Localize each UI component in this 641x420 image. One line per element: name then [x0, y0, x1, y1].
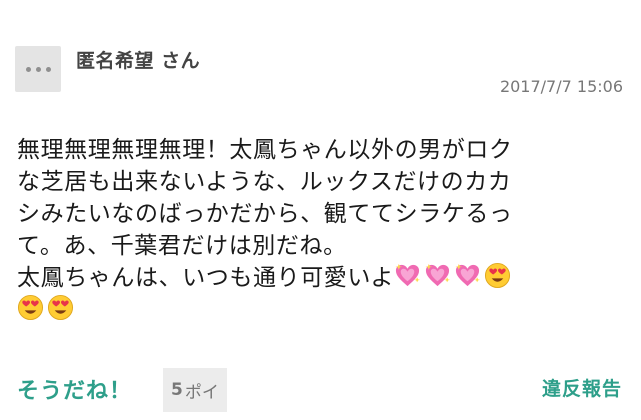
avatar-dot-icon: [25, 66, 31, 72]
agree-button[interactable]: そうだね！: [17, 373, 132, 405]
avatar-dot-icon: [45, 66, 51, 72]
post-body-emoji-line: [17, 294, 629, 326]
post-body: 無理無理無理無理！太鳳ちゃん以外の男がロク な芝居も出来ないような、ルックスだけ…: [17, 134, 629, 326]
username: 匿名希望 さん: [76, 50, 201, 72]
post-body-line: な芝居も出来ないような、ルックスだけのカカ: [17, 169, 512, 195]
heart-eyes-icon: [485, 262, 511, 289]
sparkling-heart-icon: [395, 263, 421, 287]
poi-count-badge: 5 ポイ: [163, 368, 227, 412]
post-body-line: て。あ、千葉君だけは別だね。: [17, 233, 347, 259]
poi-count-unit: ポイ: [184, 382, 219, 403]
poi-count-value: 5: [171, 380, 183, 400]
post-body-line: シみたいなのばっかだから、観ててシラケるっ: [17, 201, 513, 227]
sparkling-heart-icon: [425, 263, 451, 287]
heart-eyes-icon: [47, 294, 74, 321]
report-link[interactable]: 違反報告: [542, 374, 622, 401]
avatar-dot-icon: [35, 66, 41, 72]
avatar: [15, 46, 61, 92]
post-body-line-text: 太鳳ちゃんは、いつも通り可愛いよ: [17, 265, 395, 291]
sparkling-heart-icon: [455, 263, 481, 287]
post-body-line: 無理無理無理無理！太鳳ちゃん以外の男がロク: [17, 137, 513, 163]
post-timestamp: 2017/7/7 15:06: [499, 77, 623, 96]
post-body-line-with-emoji: 太鳳ちゃんは、いつも通り可愛いよ: [17, 262, 629, 294]
heart-eyes-icon: [17, 294, 44, 321]
